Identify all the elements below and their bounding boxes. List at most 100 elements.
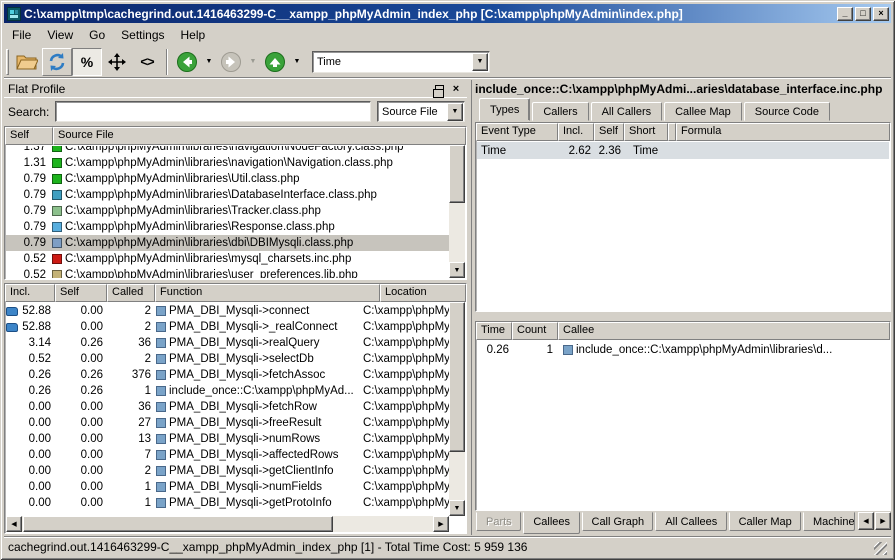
file-list-row[interactable]: 1.37C:\xampp\phpMyAdmin\libraries\naviga… bbox=[6, 146, 449, 155]
search-input[interactable] bbox=[55, 101, 371, 122]
scrollbar-thumb[interactable] bbox=[23, 516, 333, 532]
column-header[interactable]: Formula bbox=[676, 123, 890, 141]
title-bar[interactable]: C:\xampp\tmp\cachegrind.out.1416463299-C… bbox=[4, 4, 891, 23]
tab-callers[interactable]: Callers bbox=[532, 102, 588, 121]
file-list-vscrollbar[interactable]: ▲ ▼ bbox=[449, 128, 465, 278]
menu-item-help[interactable]: Help bbox=[173, 26, 214, 44]
up-button[interactable] bbox=[260, 48, 290, 76]
column-header[interactable]: Callee bbox=[558, 322, 890, 340]
dock-float-button[interactable] bbox=[432, 82, 446, 95]
back-button[interactable] bbox=[172, 48, 202, 76]
tab-caller-map[interactable]: Caller Map bbox=[729, 512, 801, 531]
close-button[interactable]: × bbox=[873, 7, 889, 21]
function-table-row[interactable]: 0.000.001PMA_DBI_Mysqli->getProtoInfoC:\… bbox=[6, 495, 449, 511]
function-table-row[interactable]: 52.880.002PMA_DBI_Mysqli->connectC:\xamp… bbox=[6, 303, 449, 319]
event-type-combobox[interactable]: Time ▼ bbox=[312, 51, 490, 73]
column-header[interactable]: Self bbox=[55, 284, 107, 302]
group-by-combobox[interactable]: Source File ▼ bbox=[377, 101, 465, 122]
tab-machine[interactable]: Machine bbox=[803, 512, 855, 531]
file-list-row[interactable]: 0.79C:\xampp\phpMyAdmin\libraries\Util.c… bbox=[6, 171, 449, 187]
column-header[interactable]: Short bbox=[624, 123, 668, 141]
forward-button[interactable] bbox=[216, 48, 246, 76]
file-list-row[interactable]: 0.79C:\xampp\phpMyAdmin\libraries\dbi\DB… bbox=[6, 235, 449, 251]
maximize-button[interactable]: □ bbox=[855, 7, 871, 21]
callee-row[interactable]: 0.261include_once::C:\xampp\phpMyAdmin\l… bbox=[477, 341, 889, 358]
function-name: PMA_DBI_Mysqli->realQuery bbox=[169, 337, 320, 349]
scroll-left-button[interactable]: ◀ bbox=[6, 516, 22, 532]
column-header[interactable]: Time bbox=[476, 322, 512, 340]
column-header[interactable]: Called bbox=[107, 284, 155, 302]
shorten-templates-button[interactable] bbox=[102, 48, 132, 76]
up-dropdown-button[interactable]: ▼ bbox=[290, 48, 304, 76]
toolbar-handle[interactable] bbox=[6, 49, 9, 75]
tab-callee-map[interactable]: Callee Map bbox=[664, 102, 742, 121]
event-type-row[interactable]: Time2.622.36Time bbox=[477, 142, 889, 159]
tab-callees[interactable]: Callees bbox=[523, 512, 579, 534]
function-table-row[interactable]: 0.000.007PMA_DBI_Mysqli->affectedRowsC:\… bbox=[6, 447, 449, 463]
menu-item-view[interactable]: View bbox=[39, 26, 81, 44]
function-table-row[interactable]: 0.260.261include_once::C:\xampp\phpMyAd.… bbox=[6, 383, 449, 399]
file-list-row[interactable]: 0.52C:\xampp\phpMyAdmin\libraries\user_p… bbox=[6, 267, 449, 278]
self-value: 0.00 bbox=[56, 433, 108, 445]
column-header[interactable]: Location bbox=[380, 284, 466, 302]
scroll-down-button[interactable]: ▼ bbox=[449, 500, 465, 516]
back-dropdown-button[interactable]: ▼ bbox=[202, 48, 216, 76]
cycle-detection-button[interactable]: <> bbox=[132, 48, 162, 76]
function-table-hscrollbar[interactable]: ◀ ▶ bbox=[6, 516, 449, 532]
column-header[interactable]: Source File bbox=[53, 127, 466, 145]
file-list-row[interactable]: 1.31C:\xampp\phpMyAdmin\libraries\naviga… bbox=[6, 155, 449, 171]
function-table-vscrollbar[interactable]: ▲ ▼ bbox=[449, 285, 465, 516]
menu-item-go[interactable]: Go bbox=[81, 26, 113, 44]
function-table-row[interactable]: 0.000.001PMA_DBI_Mysqli->numFieldsC:\xam… bbox=[6, 479, 449, 495]
open-file-button[interactable] bbox=[12, 48, 42, 76]
incl-value: 2.62 bbox=[559, 145, 595, 157]
file-list-row[interactable]: 0.79C:\xampp\phpMyAdmin\libraries\Databa… bbox=[6, 187, 449, 203]
dropdown-arrow-icon: ▼ bbox=[250, 58, 257, 65]
file-list-row[interactable]: 0.79C:\xampp\phpMyAdmin\libraries\Tracke… bbox=[6, 203, 449, 219]
tab-source-code[interactable]: Source Code bbox=[744, 102, 830, 121]
scrollbar-thumb[interactable] bbox=[449, 302, 465, 452]
short-name-value: Time bbox=[625, 145, 669, 157]
combobox-dropdown-button[interactable]: ▼ bbox=[472, 53, 488, 71]
location-value: C:\xampp\phpMy bbox=[363, 337, 449, 349]
column-header[interactable]: Self bbox=[594, 123, 624, 141]
forward-dropdown-button[interactable]: ▼ bbox=[246, 48, 260, 76]
scroll-down-button[interactable]: ▼ bbox=[449, 262, 465, 278]
function-table-row[interactable]: 52.880.002PMA_DBI_Mysqli->_realConnectC:… bbox=[6, 319, 449, 335]
file-list-row[interactable]: 0.79C:\xampp\phpMyAdmin\libraries\Respon… bbox=[6, 219, 449, 235]
file-list-row[interactable]: 0.52C:\xampp\phpMyAdmin\libraries\mysql_… bbox=[6, 251, 449, 267]
function-table-row[interactable]: 0.520.002PMA_DBI_Mysqli->selectDbC:\xamp… bbox=[6, 351, 449, 367]
column-header[interactable]: Count bbox=[512, 322, 558, 340]
tab-call-graph[interactable]: Call Graph bbox=[582, 512, 654, 531]
tab-all-callers[interactable]: All Callers bbox=[591, 102, 663, 121]
column-header[interactable]: Self bbox=[5, 127, 53, 145]
combobox-dropdown-button[interactable]: ▼ bbox=[447, 103, 463, 121]
called-value: 13 bbox=[108, 433, 156, 445]
function-table-row[interactable]: 0.000.0013PMA_DBI_Mysqli->numRowsC:\xamp… bbox=[6, 431, 449, 447]
tab-scroll-left-button[interactable]: ◀ bbox=[858, 512, 874, 530]
column-header[interactable]: Incl. bbox=[5, 284, 55, 302]
column-header[interactable] bbox=[668, 123, 676, 141]
tab-types[interactable]: Types bbox=[479, 98, 530, 121]
menu-item-settings[interactable]: Settings bbox=[113, 26, 172, 44]
dock-close-button[interactable]: × bbox=[449, 82, 463, 95]
minimize-button[interactable]: _ bbox=[837, 7, 853, 21]
column-header[interactable]: Incl. bbox=[558, 123, 594, 141]
reload-button[interactable] bbox=[42, 48, 72, 76]
resize-grip[interactable] bbox=[874, 542, 887, 555]
dock-titlebar[interactable]: Flat Profile × bbox=[4, 80, 467, 98]
column-header[interactable]: Function bbox=[155, 284, 380, 302]
scroll-right-button[interactable]: ▶ bbox=[433, 516, 449, 532]
function-table-row[interactable]: 0.260.26376PMA_DBI_Mysqli->fetchAssocC:\… bbox=[6, 367, 449, 383]
function-table-row[interactable]: 3.140.2636PMA_DBI_Mysqli->realQueryC:\xa… bbox=[6, 335, 449, 351]
function-table-row[interactable]: 0.000.0027PMA_DBI_Mysqli->freeResultC:\x… bbox=[6, 415, 449, 431]
function-table-row[interactable]: 0.000.002PMA_DBI_Mysqli->getClientInfoC:… bbox=[6, 463, 449, 479]
tab-all-callees[interactable]: All Callees bbox=[655, 512, 726, 531]
function-table-row[interactable]: 0.000.0036PMA_DBI_Mysqli->fetchRowC:\xam… bbox=[6, 399, 449, 415]
menu-item-file[interactable]: File bbox=[4, 26, 39, 44]
scrollbar-thumb[interactable] bbox=[449, 145, 465, 203]
column-header[interactable]: Event Type bbox=[476, 123, 558, 141]
tab-scroll-right-button[interactable]: ▶ bbox=[875, 512, 891, 530]
relative-percent-toggle[interactable]: % bbox=[72, 48, 102, 76]
source-file-cell: C:\xampp\phpMyAdmin\libraries\mysql_char… bbox=[52, 253, 449, 265]
